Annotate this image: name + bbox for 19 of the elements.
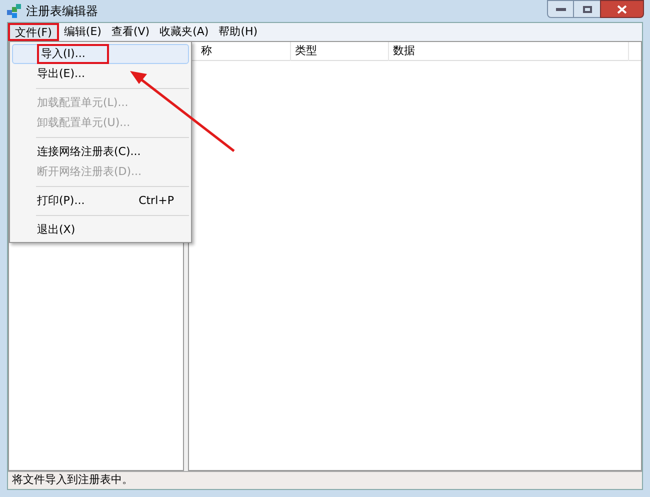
- menu-entry[interactable]: 打印(P)... Ctrl+P: [12, 191, 189, 211]
- window-title: 注册表编辑器: [26, 3, 98, 20]
- menu-item[interactable]: 查看(V): [106, 23, 155, 41]
- status-bar: 将文件导入到注册表中。: [8, 471, 642, 489]
- menu-item[interactable]: 编辑(E): [58, 23, 106, 41]
- menu-entry[interactable]: 导入(I)...: [12, 44, 189, 64]
- maximize-button[interactable]: [574, 0, 600, 18]
- menu-item[interactable]: 文件(F): [8, 23, 59, 41]
- column-header[interactable]: 数据: [389, 42, 629, 61]
- close-button[interactable]: [600, 0, 644, 18]
- column-header[interactable]: 类型: [291, 42, 389, 61]
- minimize-button[interactable]: [547, 0, 574, 18]
- registry-cubes-icon: [6, 3, 22, 19]
- close-icon: [617, 4, 627, 14]
- menu-item[interactable]: 收藏夹(A): [154, 23, 214, 41]
- menu-entry[interactable]: 退出(X): [12, 220, 189, 240]
- menu-entry[interactable]: 导出(E)...: [12, 64, 189, 84]
- menu-item[interactable]: 帮助(H): [214, 23, 263, 41]
- menu-entry[interactable]: 连接网络注册表(C)...: [12, 142, 189, 162]
